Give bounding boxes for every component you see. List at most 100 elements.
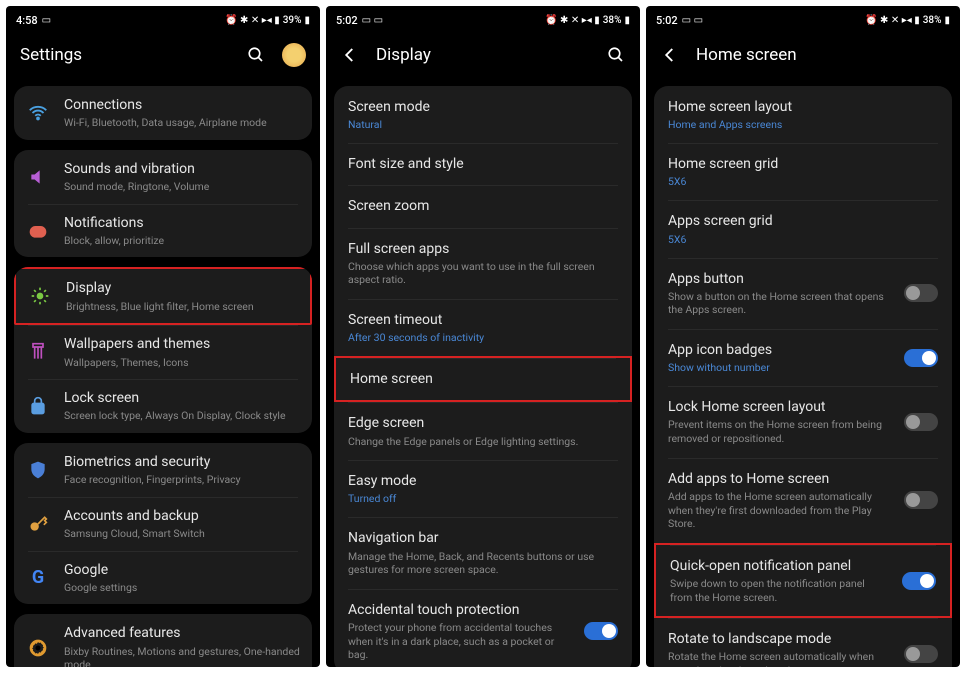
page-title: Settings bbox=[20, 45, 230, 65]
card: Screen mode Natural Font size and style S… bbox=[334, 86, 632, 667]
key-icon bbox=[26, 512, 50, 536]
row-title: Screen timeout bbox=[348, 311, 618, 329]
phone-settings: 4:58 ▭ ⏰ ✱ ✕ ▸◂ ▮ 39% ▮ Settings Connect… bbox=[6, 6, 320, 667]
row-title: Navigation bar bbox=[348, 529, 618, 547]
toggle-lock-layout[interactable] bbox=[904, 413, 938, 431]
row-display[interactable]: DisplayBrightness, Blue light filter, Ho… bbox=[14, 267, 312, 325]
toggle-add-apps[interactable] bbox=[904, 491, 938, 509]
status-time: 4:58 bbox=[16, 14, 38, 27]
avatar[interactable] bbox=[282, 43, 306, 67]
row-screen-mode[interactable]: Screen mode Natural bbox=[334, 86, 632, 143]
search-icon[interactable] bbox=[246, 45, 266, 65]
row-quick-open[interactable]: Quick-open notification panelSwipe down … bbox=[654, 543, 952, 618]
row-title: App icon badges bbox=[668, 341, 890, 359]
settings-list[interactable]: Connections Wi-Fi, Bluetooth, Data usage,… bbox=[6, 76, 320, 667]
toggle-accidental[interactable] bbox=[584, 622, 618, 640]
row-wallpapers[interactable]: Wallpapers and themesWallpapers, Themes,… bbox=[14, 325, 312, 379]
row-home-screen[interactable]: Home screen bbox=[334, 356, 632, 402]
home-screen-list[interactable]: Home screen layoutHome and Apps screens … bbox=[646, 76, 960, 667]
header: Home screen bbox=[646, 34, 960, 76]
row-sub: Wi-Fi, Bluetooth, Data usage, Airplane m… bbox=[64, 116, 300, 130]
status-icons-right: ⏰ ✱ ✕ ▸◂ ▮ bbox=[865, 15, 920, 26]
row-nav[interactable]: Navigation bar Manage the Home, Back, and… bbox=[334, 517, 632, 588]
row-sub: Turned off bbox=[348, 492, 618, 505]
toggle-quick-open[interactable] bbox=[902, 572, 936, 590]
row-advanced[interactable]: Advanced featuresBixby Routines, Motions… bbox=[14, 614, 312, 667]
card: Biometrics and securityFace recognition,… bbox=[14, 443, 312, 604]
row-title: Biometrics and security bbox=[64, 453, 300, 471]
row-apps-grid[interactable]: Apps screen grid 5X6 bbox=[654, 200, 952, 257]
row-edge[interactable]: Edge screenChange the Edge panels or Edg… bbox=[334, 402, 632, 460]
row-title: Quick-open notification panel bbox=[670, 557, 888, 575]
row-sub: Google settings bbox=[64, 581, 300, 595]
row-title: Apps screen grid bbox=[668, 212, 938, 230]
card: Connections Wi-Fi, Bluetooth, Data usage,… bbox=[14, 86, 312, 140]
row-sub: Brightness, Blue light filter, Home scre… bbox=[66, 300, 298, 314]
row-easy[interactable]: Easy mode Turned off bbox=[334, 460, 632, 517]
row-sub: Manage the Home, Back, and Recents butto… bbox=[348, 550, 618, 577]
status-icons-right: ⏰ ✱ ✕ ▸◂ ▮ bbox=[545, 15, 600, 26]
row-sub: Rotate the Home screen automatically whe… bbox=[668, 650, 890, 667]
row-sub: Show a button on the Home screen that op… bbox=[668, 290, 890, 317]
header: Display bbox=[326, 34, 640, 76]
row-title: Wallpapers and themes bbox=[64, 335, 300, 353]
display-list[interactable]: Screen mode Natural Font size and style S… bbox=[326, 76, 640, 667]
row-badges[interactable]: App icon badges Show without number bbox=[654, 329, 952, 386]
row-sub: 5X6 bbox=[668, 233, 938, 246]
battery-icon: ▮ bbox=[624, 15, 630, 26]
status-battery: 38% bbox=[923, 15, 942, 26]
row-notifications[interactable]: NotificationsBlock, allow, prioritize bbox=[14, 204, 312, 258]
sound-icon bbox=[26, 165, 50, 189]
row-lock-layout[interactable]: Lock Home screen layoutPrevent items on … bbox=[654, 386, 952, 457]
row-rotate[interactable]: Rotate to landscape mode Rotate the Home … bbox=[654, 618, 952, 667]
toggle-rotate[interactable] bbox=[904, 645, 938, 663]
row-title: Advanced features bbox=[64, 624, 300, 642]
row-accounts[interactable]: Accounts and backup Samsung Cloud, Smart … bbox=[14, 497, 312, 551]
row-timeout[interactable]: Screen timeout After 30 seconds of inacti… bbox=[334, 299, 632, 356]
row-title: Home screen grid bbox=[668, 155, 938, 173]
row-apps-button[interactable]: Apps button Show a button on the Home scr… bbox=[654, 258, 952, 329]
row-title: Easy mode bbox=[348, 472, 618, 490]
search-icon[interactable] bbox=[606, 45, 626, 65]
row-add-apps[interactable]: Add apps to Home screen Add apps to the H… bbox=[654, 458, 952, 543]
row-title: Sounds and vibration bbox=[64, 160, 300, 178]
row-zoom[interactable]: Screen zoom bbox=[334, 185, 632, 227]
header: Settings bbox=[6, 34, 320, 76]
row-title: Rotate to landscape mode bbox=[668, 630, 890, 648]
card: Advanced featuresBixby Routines, Motions… bbox=[14, 614, 312, 667]
row-sub: Sound mode, Ringtone, Volume bbox=[64, 180, 300, 194]
card: Sounds and vibration Sound mode, Ringtone… bbox=[14, 150, 312, 258]
row-title: Accounts and backup bbox=[64, 507, 300, 525]
row-title: Full screen apps bbox=[348, 240, 618, 258]
toggle-badges[interactable] bbox=[904, 349, 938, 367]
row-sub: Samsung Cloud, Smart Switch bbox=[64, 527, 300, 541]
row-connections[interactable]: Connections Wi-Fi, Bluetooth, Data usage,… bbox=[14, 86, 312, 140]
status-time: 5:02 bbox=[336, 14, 358, 27]
toggle-apps-button[interactable] bbox=[904, 284, 938, 302]
row-sub: Choose which apps you want to use in the… bbox=[348, 260, 618, 287]
row-title: Lock screen bbox=[64, 389, 300, 407]
battery-icon: ▮ bbox=[304, 15, 310, 26]
row-sub: Show without number bbox=[668, 361, 890, 374]
row-sounds[interactable]: Sounds and vibration Sound mode, Ringtone… bbox=[14, 150, 312, 204]
row-accidental[interactable]: Accidental touch protectionProtect your … bbox=[334, 589, 632, 667]
row-google[interactable]: G GoogleGoogle settings bbox=[14, 551, 312, 605]
row-title: Add apps to Home screen bbox=[668, 470, 890, 488]
row-fullscreen[interactable]: Full screen apps Choose which apps you wa… bbox=[334, 228, 632, 299]
row-title: Apps button bbox=[668, 270, 890, 288]
back-button[interactable] bbox=[340, 45, 360, 65]
row-sub: Natural bbox=[348, 118, 618, 131]
row-sub: Add apps to the Home screen automaticall… bbox=[668, 490, 890, 531]
row-sub: After 30 seconds of inactivity bbox=[348, 331, 618, 344]
row-sub: Protect your phone from accidental touch… bbox=[348, 621, 570, 662]
row-layout[interactable]: Home screen layoutHome and Apps screens bbox=[654, 86, 952, 143]
row-sub: 5X6 bbox=[668, 175, 938, 188]
status-icons-left: ▭ ▭ bbox=[682, 15, 703, 26]
row-font[interactable]: Font size and style bbox=[334, 143, 632, 185]
row-title: Connections bbox=[64, 96, 300, 114]
row-title: Screen mode bbox=[348, 98, 618, 116]
row-biometrics[interactable]: Biometrics and securityFace recognition,… bbox=[14, 443, 312, 497]
row-lockscreen[interactable]: Lock screenScreen lock type, Always On D… bbox=[14, 379, 312, 433]
back-button[interactable] bbox=[660, 45, 680, 65]
row-home-grid[interactable]: Home screen grid 5X6 bbox=[654, 143, 952, 200]
